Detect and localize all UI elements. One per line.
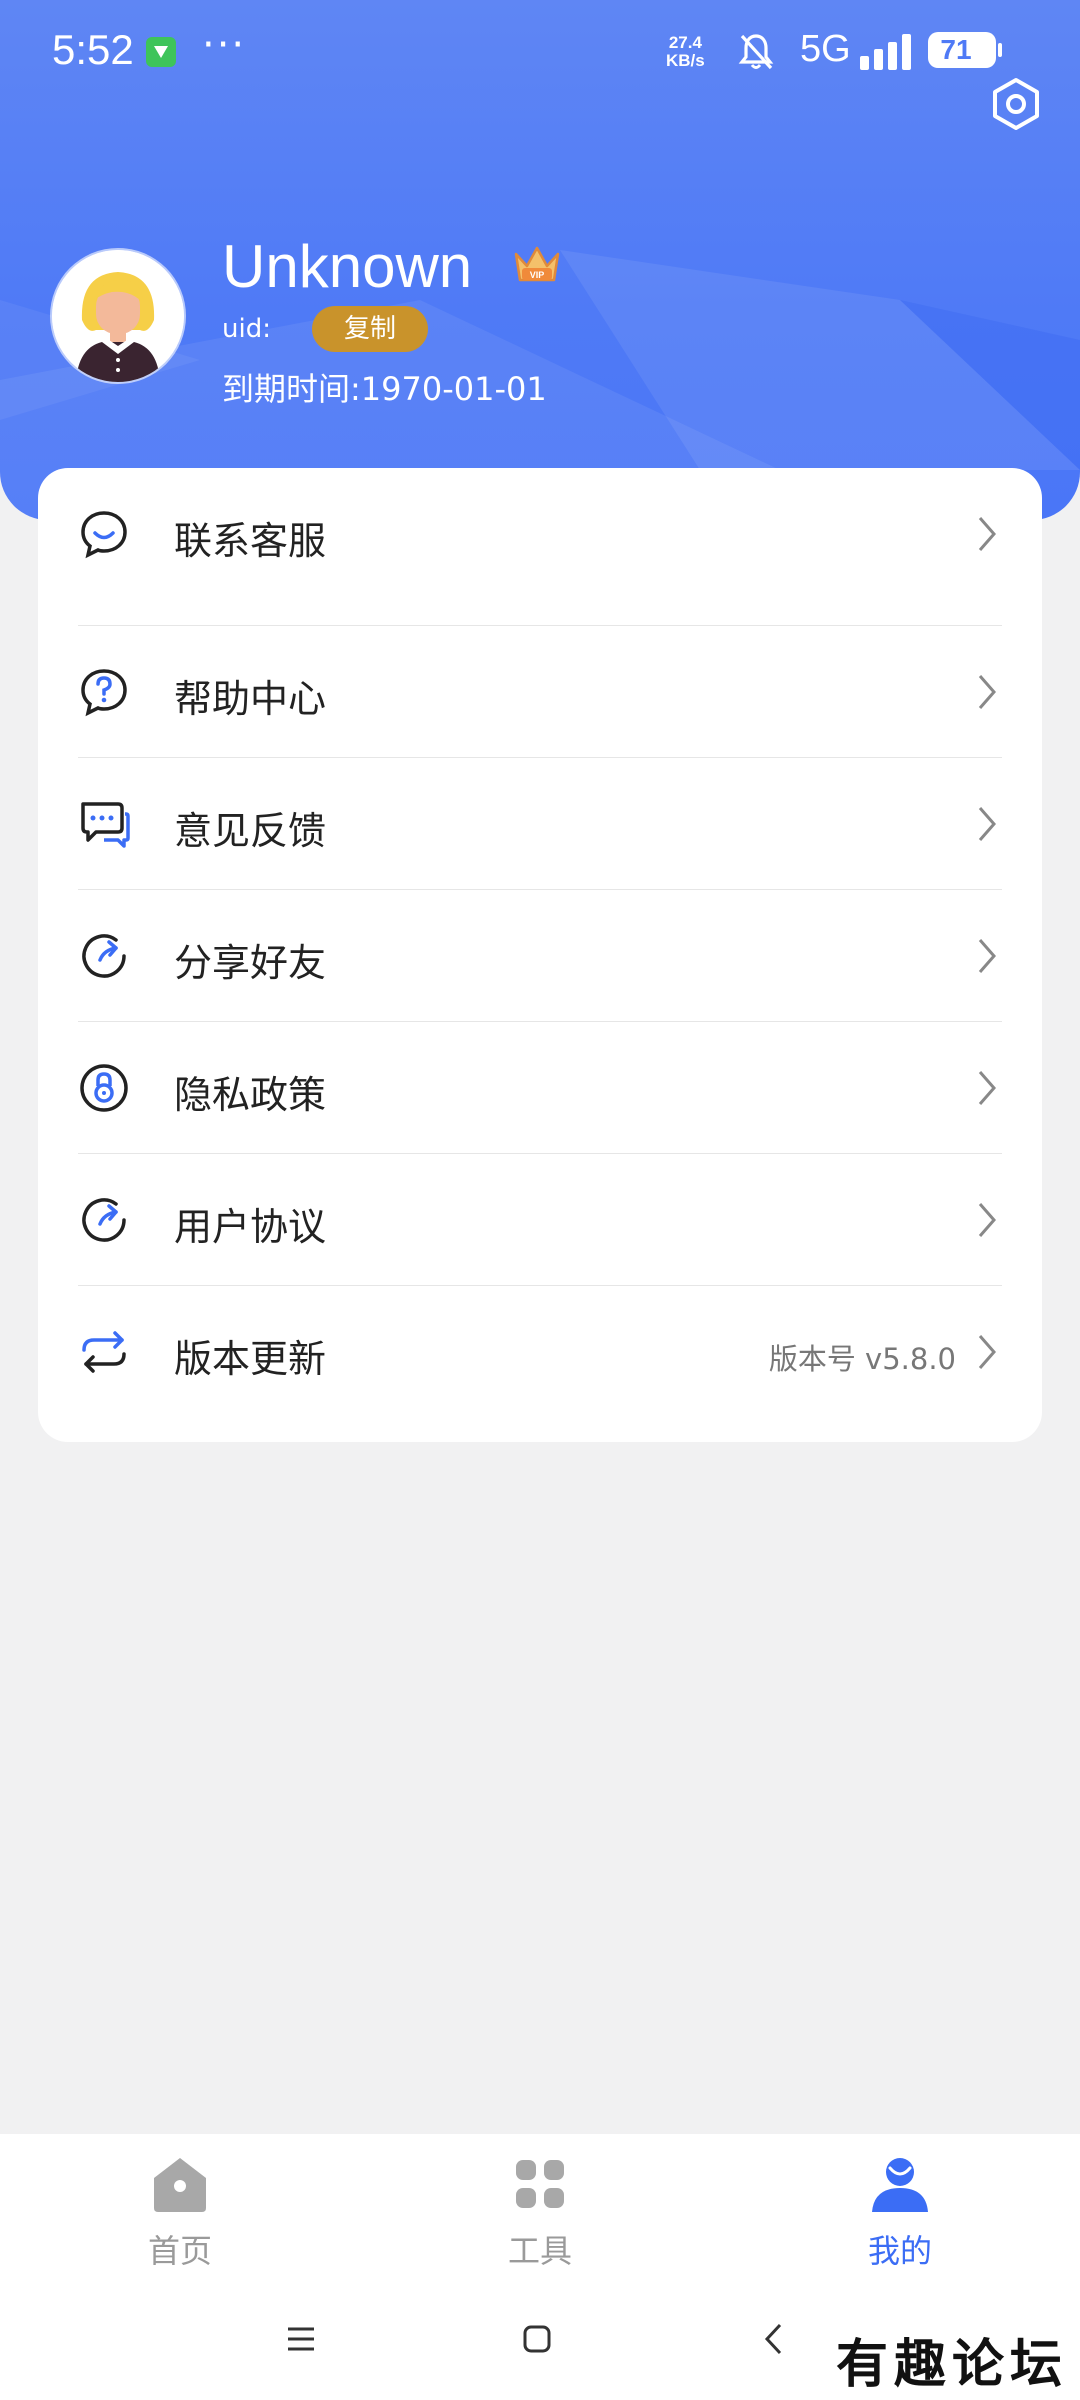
tab-label: 我的 (867, 2232, 932, 2270)
signal-strength-icon (860, 34, 911, 70)
battery-level: 71 (940, 34, 972, 65)
help-question-icon (81, 669, 127, 717)
back-nav-icon[interactable] (762, 2322, 786, 2356)
privacy-lock-icon (80, 1064, 128, 1112)
menu-item-label: 联系客服 (174, 519, 327, 563)
tab-label: 工具 (507, 2232, 572, 2270)
battery-icon: 71 (928, 32, 1002, 68)
feedback-icon (81, 802, 130, 848)
menu-item-contact-support[interactable]: 联系客服 (38, 468, 1042, 600)
vip-badge-text: VIP (530, 270, 545, 280)
more-notifications-icon: ··· (202, 22, 247, 68)
watermark-text: 有趣论坛 (836, 2334, 1069, 2395)
settings-gear-icon[interactable] (988, 76, 1044, 132)
share-icon (82, 934, 126, 978)
version-number: 版本号 v5.8.0 (768, 1342, 956, 1376)
avatar[interactable] (52, 250, 184, 382)
chat-bubble-icon (81, 511, 127, 559)
bell-muted-icon (738, 34, 774, 70)
menu-card: 联系客服 帮助中心 意见反馈 分享好友 隐私政策 用户协议 版本更新 版本号 v… (38, 468, 1042, 1442)
grid-apps-icon (516, 2160, 564, 2208)
menu-item-version-update[interactable]: 版本更新 版本号 v5.8.0 (38, 1286, 1042, 1418)
username: Unknown (222, 233, 473, 300)
menu-item-label: 版本更新 (174, 1337, 327, 1381)
profile-header: 5:52 ··· 27.4 KB/s 5G 71 Unknown VIP uid… (0, 0, 1080, 520)
menu-item-label: 分享好友 (174, 941, 327, 985)
tab-mine[interactable]: 我的 (790, 2148, 1010, 2270)
network-speed: 27.4 KB/s (666, 34, 705, 70)
expiry-date: 到期时间:1970-01-01 (222, 370, 547, 408)
menu-item-feedback[interactable]: 意见反馈 (38, 758, 1042, 890)
menu-item-label: 意见反馈 (174, 809, 327, 853)
home-icon (154, 2158, 206, 2212)
vip-crown-icon: VIP (514, 246, 560, 282)
agreement-icon (82, 1198, 126, 1242)
chevron-right-icon (978, 517, 996, 551)
clock: 5:52 (52, 26, 134, 73)
chevron-right-icon (978, 1203, 996, 1237)
tab-home[interactable]: 首页 (70, 2148, 290, 2270)
menu-item-label: 隐私政策 (174, 1073, 327, 1117)
menu-item-help-center[interactable]: 帮助中心 (38, 626, 1042, 758)
bottom-tab-bar: 首页 工具 我的 (0, 2134, 1080, 2284)
chevron-right-icon (978, 675, 996, 709)
chevron-right-icon (978, 807, 996, 841)
chevron-right-icon (978, 1335, 996, 1369)
tab-tools[interactable]: 工具 (430, 2148, 650, 2270)
copy-uid-button[interactable]: 复制 (312, 306, 428, 352)
menu-item-user-agreement[interactable]: 用户协议 (38, 1154, 1042, 1286)
tab-label: 首页 (147, 2232, 212, 2270)
menu-item-privacy-policy[interactable]: 隐私政策 (38, 1022, 1042, 1154)
chevron-right-icon (978, 1071, 996, 1105)
status-bar: 5:52 ··· 27.4 KB/s 5G 71 (0, 0, 1080, 100)
user-icon (872, 2158, 928, 2212)
menu-item-label: 帮助中心 (174, 677, 327, 721)
uid-label: uid: (222, 314, 271, 344)
menu-item-share-friends[interactable]: 分享好友 (38, 890, 1042, 1022)
home-nav-icon[interactable] (522, 2324, 552, 2354)
menu-nav-icon[interactable] (286, 2326, 316, 2352)
network-type: 5G (800, 28, 851, 70)
app-notification-icon (146, 37, 176, 67)
network-speed-unit: KB/s (666, 51, 705, 70)
user-avatar-illustration (52, 250, 184, 382)
update-refresh-icon (82, 1331, 126, 1373)
menu-item-label: 用户协议 (174, 1205, 327, 1249)
network-speed-value: 27.4 (668, 33, 702, 52)
chevron-right-icon (978, 939, 996, 973)
